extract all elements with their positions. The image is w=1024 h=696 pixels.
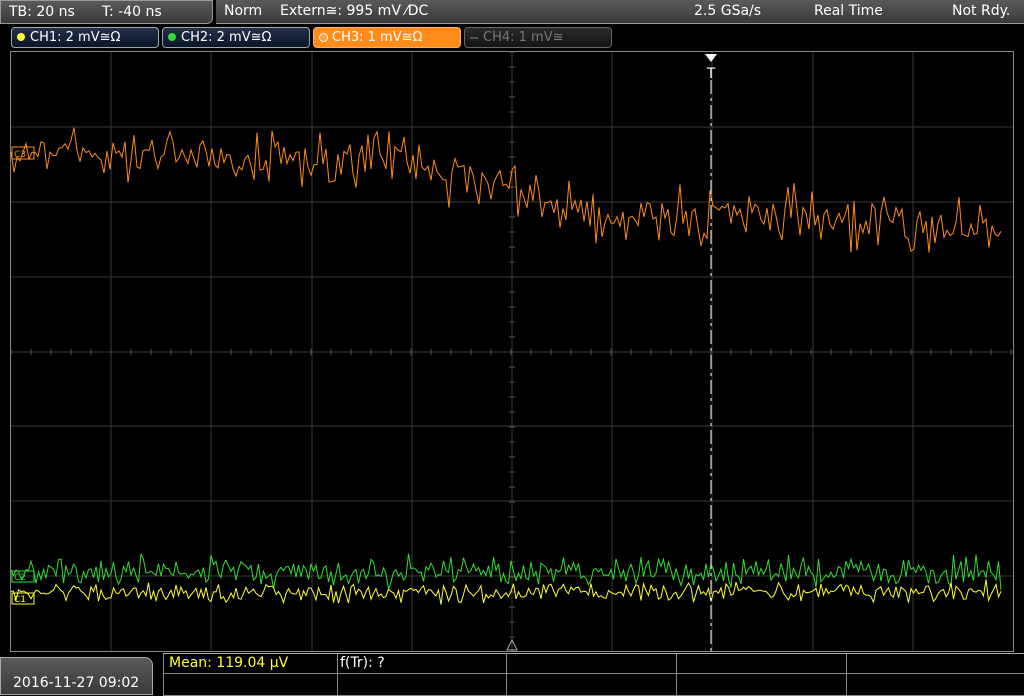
channel-tab-ch3[interactable]: CH3: 1 mV≅Ω <box>313 27 461 48</box>
svg-text:C1: C1 <box>14 595 26 605</box>
ch4-off-icon <box>470 37 478 39</box>
svg-text:C2: C2 <box>14 573 26 583</box>
measurement-cell-9[interactable] <box>676 674 846 696</box>
measurement-cell-4[interactable] <box>676 654 846 674</box>
sample-rate[interactable]: 2.5 GSa/s <box>694 3 761 19</box>
trigger-arrow-icon[interactable] <box>705 54 717 62</box>
measurement-cell-3[interactable] <box>506 654 676 674</box>
ch1-trace <box>11 579 1002 605</box>
ch1-label: CH1: 2 mV≅Ω <box>30 30 121 45</box>
datetime-panel: 2016-11-27 09:02 <box>0 657 153 695</box>
ch3-trace <box>11 127 1002 253</box>
trigger-marker-label: T <box>706 66 716 82</box>
ch4-label: CH4: 1 mV≅ <box>483 30 564 45</box>
trigger-time-readout[interactable]: T: -40 ns <box>102 4 162 20</box>
ch2-trace <box>11 553 1002 591</box>
ch3-color-dot-icon <box>319 33 328 42</box>
ch3-label: CH3: 1 mV≅Ω <box>332 30 423 45</box>
ch2-offset-marker[interactable]: C2 <box>11 570 35 583</box>
channel-tab-ch4[interactable]: CH4: 1 mV≅ <box>464 27 612 48</box>
ch2-color-dot-icon <box>168 33 176 41</box>
datetime: 2016-11-27 09:02 <box>13 675 140 691</box>
trigger-mode[interactable]: Norm <box>224 3 262 19</box>
mean-measurement: Mean: 119.04 µV <box>169 655 289 671</box>
run-state: Not Rdy. <box>952 3 1011 19</box>
waveform-display[interactable]: T C3 C2 C1 <box>11 52 1013 651</box>
acquisition-status-bar: Norm Extern≅: 995 mV ⁄DC 2.5 GSa/s Real … <box>216 0 1024 24</box>
measurement-cell-5[interactable] <box>846 654 1024 674</box>
measurement-panel: Mean: 119.04 µV f(Tr): ? <box>163 653 1024 696</box>
trigger-frequency-measurement: f(Tr): ? <box>340 655 385 671</box>
ch1-color-dot-icon <box>17 33 25 41</box>
channel-tab-ch2[interactable]: CH2: 2 mV≅Ω <box>162 27 310 48</box>
measurement-cell-6[interactable] <box>163 674 337 696</box>
acquisition-mode[interactable]: Real Time <box>814 3 883 19</box>
timebase-panel[interactable]: TB: 20 ns T: -40 ns <box>0 0 213 24</box>
svg-text:C3: C3 <box>14 150 26 160</box>
timebase-readout[interactable]: TB: 20 ns <box>9 4 75 20</box>
trigger-source[interactable]: Extern≅: 995 mV ⁄DC <box>280 3 428 19</box>
graticule <box>11 52 1013 651</box>
ch2-label: CH2: 2 mV≅Ω <box>181 30 272 45</box>
channel-tab-ch1[interactable]: CH1: 2 mV≅Ω <box>11 27 159 48</box>
measurement-cell-8[interactable] <box>506 674 676 696</box>
ch3-offset-marker[interactable]: C3 <box>11 146 35 160</box>
measurement-cell-10[interactable] <box>846 674 1024 696</box>
measurement-cell-7[interactable] <box>337 674 506 696</box>
